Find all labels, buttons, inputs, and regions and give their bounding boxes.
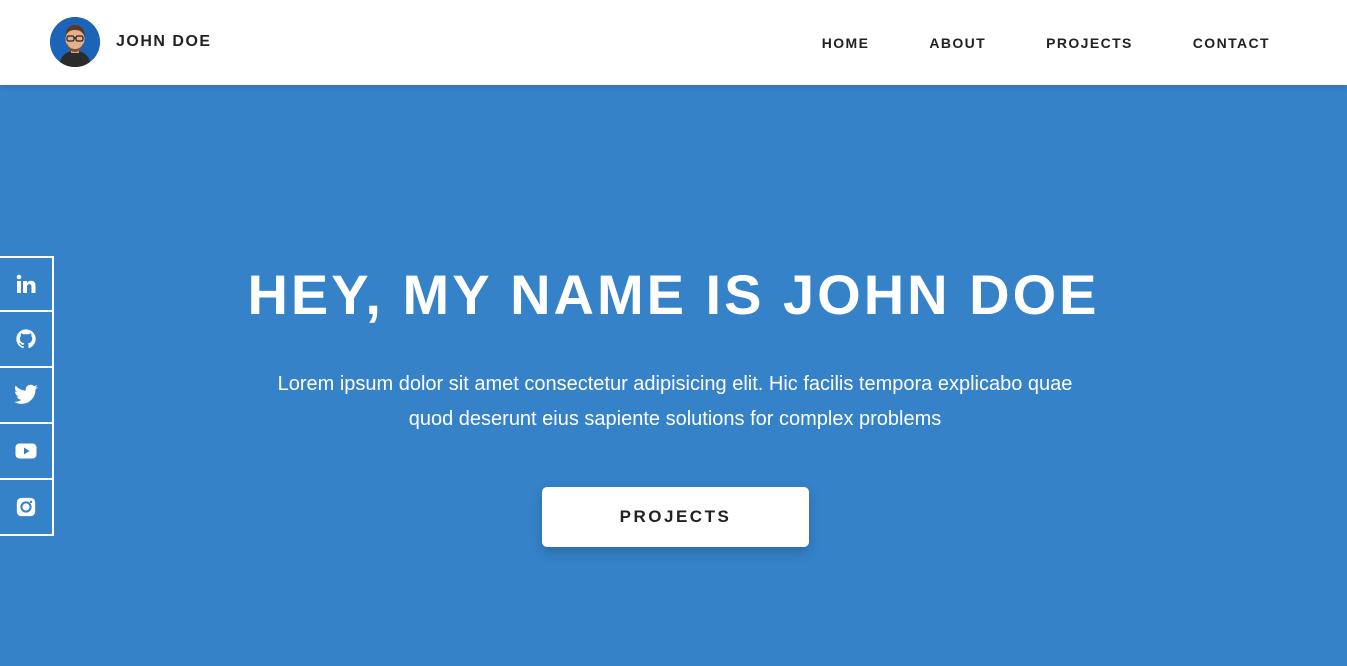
hero-title: HEY, MY NAME IS JOHN DOE (247, 263, 1100, 326)
youtube-icon (14, 439, 38, 463)
brand-link[interactable]: JOHN DOE (50, 17, 212, 67)
main-nav: HOME ABOUT PROJECTS CONTACT (822, 0, 1270, 85)
nav-contact[interactable]: CONTACT (1193, 35, 1270, 51)
nav-about[interactable]: ABOUT (929, 35, 986, 51)
twitter-icon (13, 382, 39, 408)
social-github[interactable] (0, 312, 54, 368)
brand-name: JOHN DOE (116, 33, 212, 50)
nav-home[interactable]: HOME (822, 35, 870, 51)
site-header: JOHN DOE HOME ABOUT PROJECTS CONTACT (0, 0, 1347, 85)
social-youtube[interactable] (0, 424, 54, 480)
social-instagram[interactable] (0, 480, 54, 536)
projects-button[interactable]: PROJECTS (542, 487, 809, 547)
social-sidebar (0, 256, 54, 536)
social-twitter[interactable] (0, 368, 54, 424)
social-linkedin[interactable] (0, 256, 54, 312)
linkedin-icon (14, 272, 38, 296)
nav-projects[interactable]: PROJECTS (1046, 35, 1133, 51)
hero-section: HEY, MY NAME IS JOHN DOE Lorem ipsum dol… (0, 85, 1347, 666)
github-icon (15, 328, 37, 350)
instagram-icon (15, 496, 37, 518)
avatar (50, 17, 100, 67)
hero-description: Lorem ipsum dolor sit amet consectetur a… (277, 373, 1073, 430)
